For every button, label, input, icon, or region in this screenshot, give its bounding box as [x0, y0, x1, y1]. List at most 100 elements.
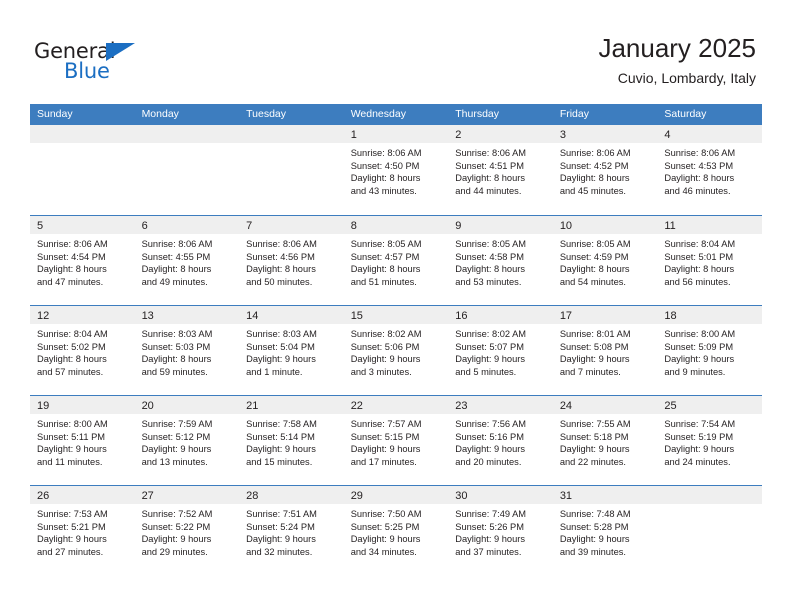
day-number: 7	[246, 220, 253, 232]
day-detail-line: Daylight: 9 hours	[664, 354, 735, 365]
day-detail-line: and 39 minutes.	[559, 546, 626, 557]
day-detail-line: Sunrise: 7:59 AM	[141, 419, 213, 429]
day-cell-18[interactable]: 18 Sunrise: 8:00 AM Sunset: 5:09 PM Dayligh…	[657, 306, 762, 395]
day-detail-line: Sunset: 4:51 PM	[455, 160, 524, 171]
day-cell-23[interactable]: 23 Sunrise: 7:56 AM Sunset: 5:16 PM Dayligh…	[448, 396, 553, 485]
day-detail-line: Sunrise: 7:48 AM	[559, 509, 631, 519]
day-details: Sunrise: 8:06 AM Sunset: 4:54 PM Daylight:…	[30, 234, 135, 288]
day-cell-29[interactable]: 29 Sunrise: 7:50 AM Sunset: 5:25 PM Dayligh…	[343, 486, 449, 575]
day-cell-10[interactable]: 10 Sunrise: 8:05 AM Sunset: 4:59 PM Dayligh…	[552, 216, 658, 305]
day-detail-line: Sunrise: 8:06 AM	[246, 239, 317, 249]
day-cell-6[interactable]: 6 Sunrise: 8:06 AM Sunset: 4:55 PM Daylight…	[134, 216, 240, 305]
day-number: 3	[559, 129, 566, 141]
day-details: Sunrise: 8:06 AM Sunset: 4:50 PM Daylight:…	[344, 143, 449, 197]
day-cell-30[interactable]: 30 Sunrise: 7:49 AM Sunset: 5:26 PM Dayligh…	[448, 486, 553, 575]
day-number: 8	[350, 220, 357, 232]
day-cell-15[interactable]: 15 Sunrise: 8:02 AM Sunset: 5:06 PM Dayligh…	[343, 306, 449, 395]
calendar-week-row: 26 Sunrise: 7:53 AM Sunset: 5:21 PM Dayligh…	[30, 485, 762, 575]
day-cell-27[interactable]: 27 Sunrise: 7:52 AM Sunset: 5:22 PM Dayligh…	[134, 486, 240, 575]
day-number: 14	[246, 310, 259, 322]
day-details: Sunrise: 7:49 AM Sunset: 5:26 PM Daylight:…	[448, 504, 553, 558]
day-number-band	[657, 486, 762, 504]
day-detail-line: Sunrise: 8:02 AM	[350, 329, 422, 339]
day-number-band: 28	[239, 486, 344, 504]
day-details: Sunrise: 7:50 AM Sunset: 5:25 PM Daylight:…	[344, 504, 449, 558]
day-detail-line: Sunset: 5:12 PM	[141, 431, 211, 442]
day-cell-9[interactable]: 9 Sunrise: 8:05 AM Sunset: 4:58 PM Daylight…	[448, 216, 553, 305]
day-number: 29	[350, 490, 363, 502]
logo-text-blue: Blue	[64, 59, 110, 83]
day-details: Sunrise: 8:05 AM Sunset: 4:58 PM Daylight:…	[448, 234, 553, 288]
weekday-header-thursday: Thursday	[455, 108, 500, 120]
day-detail-line: Sunrise: 8:06 AM	[455, 148, 527, 158]
day-number: 12	[37, 310, 50, 322]
day-cell-24[interactable]: 24 Sunrise: 7:55 AM Sunset: 5:18 PM Dayligh…	[552, 396, 658, 485]
day-cell-20[interactable]: 20 Sunrise: 7:59 AM Sunset: 5:12 PM Dayligh…	[134, 396, 240, 485]
day-cell-8[interactable]: 8 Sunrise: 8:05 AM Sunset: 4:57 PM Daylight…	[343, 216, 449, 305]
day-cell-3[interactable]: 3 Sunrise: 8:06 AM Sunset: 4:52 PM Daylight…	[552, 125, 658, 215]
day-cell-16[interactable]: 16 Sunrise: 8:02 AM Sunset: 5:07 PM Dayligh…	[448, 306, 553, 395]
day-details: Sunrise: 8:06 AM Sunset: 4:51 PM Daylight:…	[448, 143, 553, 197]
day-detail-line: Daylight: 9 hours	[141, 444, 212, 455]
day-detail-line: and 3 minutes.	[350, 366, 412, 377]
day-detail-line: Sunset: 4:54 PM	[37, 251, 106, 262]
day-cell-25[interactable]: 25 Sunrise: 7:54 AM Sunset: 5:19 PM Dayligh…	[657, 396, 762, 485]
day-detail-line: Sunrise: 7:51 AM	[246, 509, 317, 519]
day-detail-line: Daylight: 9 hours	[350, 354, 421, 365]
day-detail-line: and 44 minutes.	[455, 185, 522, 196]
day-cell-19[interactable]: 19 Sunrise: 8:00 AM Sunset: 5:11 PM Dayligh…	[30, 396, 135, 485]
day-cell-28[interactable]: 28 Sunrise: 7:51 AM Sunset: 5:24 PM Dayligh…	[239, 486, 344, 575]
day-cell-17[interactable]: 17 Sunrise: 8:01 AM Sunset: 5:08 PM Dayligh…	[552, 306, 658, 395]
day-cell-1[interactable]: 1 Sunrise: 8:06 AM Sunset: 4:50 PM Daylight…	[343, 125, 449, 215]
day-detail-line: Sunrise: 8:03 AM	[246, 329, 317, 339]
day-details: Sunrise: 7:59 AM Sunset: 5:12 PM Daylight:…	[135, 414, 240, 468]
day-cell-21[interactable]: 21 Sunrise: 7:58 AM Sunset: 5:14 PM Dayligh…	[239, 396, 344, 485]
day-cell-5[interactable]: 5 Sunrise: 8:06 AM Sunset: 4:54 PM Daylight…	[30, 216, 135, 305]
day-detail-line: and 49 minutes.	[141, 276, 208, 287]
day-details: Sunrise: 8:06 AM Sunset: 4:52 PM Daylight:…	[553, 143, 658, 197]
day-detail-line: Sunrise: 7:50 AM	[350, 509, 422, 519]
day-detail-line: Daylight: 8 hours	[664, 173, 735, 184]
day-details	[239, 143, 344, 147]
day-detail-line: Sunrise: 7:53 AM	[37, 509, 108, 519]
day-number-band: 10	[552, 216, 658, 234]
day-cell-14[interactable]: 14 Sunrise: 8:03 AM Sunset: 5:04 PM Dayligh…	[239, 306, 344, 395]
day-detail-line: and 59 minutes.	[141, 366, 208, 377]
page-title: January 2025	[598, 33, 756, 63]
day-detail-line: Sunrise: 8:00 AM	[664, 329, 736, 339]
day-detail-line: Daylight: 9 hours	[246, 354, 316, 365]
day-number-band: 26	[30, 486, 135, 504]
calendar-week-row: 19 Sunrise: 8:00 AM Sunset: 5:11 PM Dayligh…	[30, 395, 762, 485]
day-detail-line: Sunset: 4:52 PM	[559, 160, 629, 171]
day-detail-line: and 22 minutes.	[559, 456, 626, 467]
day-detail-line: Sunrise: 8:05 AM	[559, 239, 631, 249]
day-detail-line: Sunset: 5:14 PM	[246, 431, 315, 442]
day-detail-line: Daylight: 8 hours	[141, 264, 212, 275]
day-cell-2[interactable]: 2 Sunrise: 8:06 AM Sunset: 4:51 PM Daylight…	[448, 125, 553, 215]
day-cell-11[interactable]: 11 Sunrise: 8:04 AM Sunset: 5:01 PM Dayligh…	[657, 216, 762, 305]
day-detail-line: and 17 minutes.	[350, 456, 417, 467]
day-details: Sunrise: 7:52 AM Sunset: 5:22 PM Daylight:…	[135, 504, 240, 558]
day-cell-empty	[657, 486, 762, 575]
day-detail-line: Sunset: 5:02 PM	[37, 341, 106, 352]
day-number-band: 24	[552, 396, 658, 414]
day-number-band: 2	[448, 125, 553, 143]
day-detail-line: Sunrise: 8:06 AM	[664, 148, 736, 158]
day-detail-line: Sunrise: 8:04 AM	[37, 329, 108, 339]
day-detail-line: Daylight: 8 hours	[664, 264, 735, 275]
day-detail-line: Sunset: 4:59 PM	[559, 251, 629, 262]
day-cell-13[interactable]: 13 Sunrise: 8:03 AM Sunset: 5:03 PM Dayligh…	[134, 306, 240, 395]
day-cell-7[interactable]: 7 Sunrise: 8:06 AM Sunset: 4:56 PM Daylight…	[239, 216, 344, 305]
day-cell-22[interactable]: 22 Sunrise: 7:57 AM Sunset: 5:15 PM Dayligh…	[343, 396, 449, 485]
day-cell-12[interactable]: 12 Sunrise: 8:04 AM Sunset: 5:02 PM Dayligh…	[30, 306, 135, 395]
day-cell-31[interactable]: 31 Sunrise: 7:48 AM Sunset: 5:28 PM Dayligh…	[552, 486, 658, 575]
calendar-week-row: 12 Sunrise: 8:04 AM Sunset: 5:02 PM Dayligh…	[30, 305, 762, 395]
day-number: 25	[664, 400, 677, 412]
day-details	[657, 504, 762, 508]
day-detail-line: Daylight: 9 hours	[246, 534, 316, 545]
day-cell-26[interactable]: 26 Sunrise: 7:53 AM Sunset: 5:21 PM Dayligh…	[30, 486, 135, 575]
day-cell-4[interactable]: 4 Sunrise: 8:06 AM Sunset: 4:53 PM Daylight…	[657, 125, 762, 215]
day-detail-line: and 37 minutes.	[455, 546, 522, 557]
day-number-band: 16	[448, 306, 553, 324]
day-detail-line: and 7 minutes.	[559, 366, 621, 377]
